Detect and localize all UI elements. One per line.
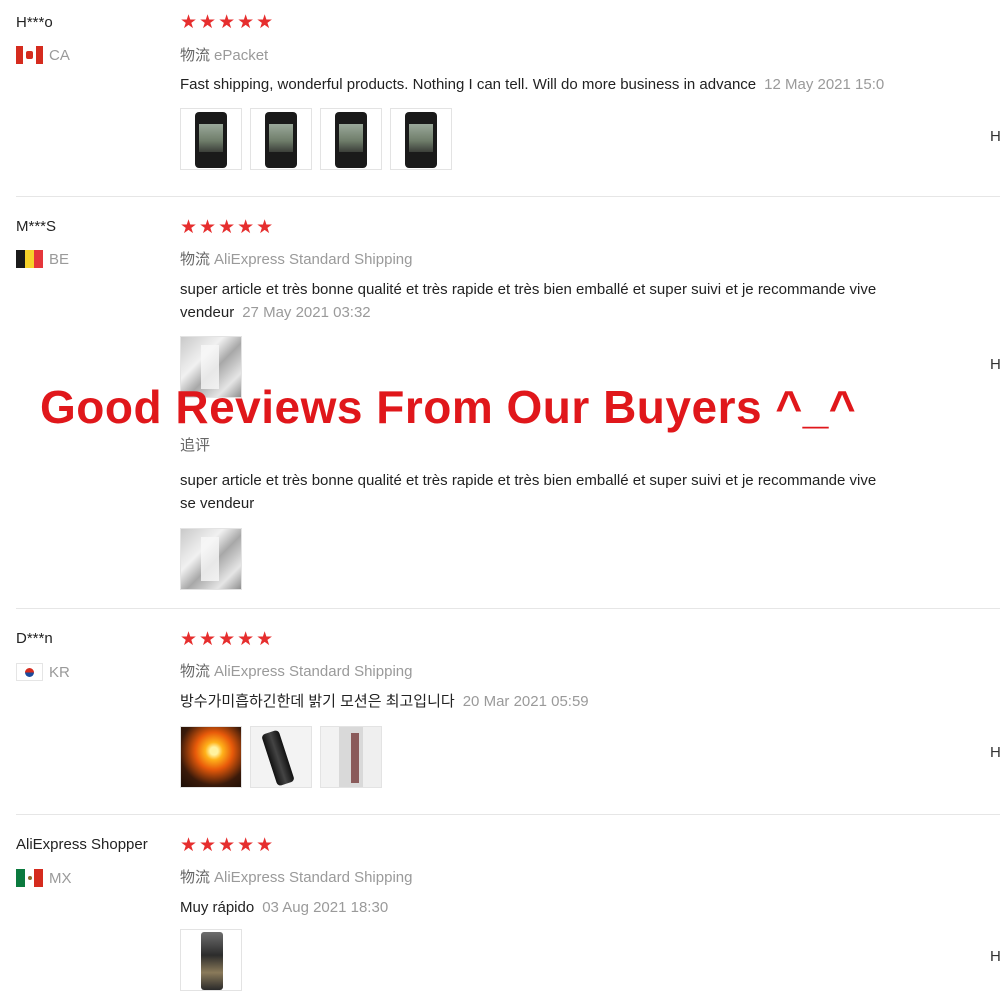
followup-body-line: se vendeur — [180, 495, 255, 512]
review-photo-thumbnail[interactable] — [180, 929, 242, 991]
reviewer-country: MX — [16, 869, 72, 887]
divider — [16, 814, 1000, 815]
reviewer-name: D***n — [16, 630, 53, 647]
review-photos — [180, 929, 242, 991]
reviewer-country: BE — [16, 250, 69, 268]
review-photos — [180, 726, 382, 788]
belgium-flag-icon — [16, 250, 43, 268]
helpful-button[interactable]: H — [990, 744, 1000, 761]
mexico-flag-icon — [16, 869, 43, 887]
review-body: Muy rápido — [180, 899, 255, 916]
logistics-label: 物流 — [180, 869, 211, 886]
korea-flag-icon — [16, 663, 43, 681]
review-body: 방수가미흡하긴한데 밝기 모션은 최고입니다 — [180, 693, 455, 710]
review-text: 방수가미흡하긴한데 밝기 모션은 최고입니다 20 Mar 2021 05:59 — [180, 690, 589, 713]
divider — [16, 196, 1000, 197]
review-photo-thumbnail[interactable] — [320, 726, 382, 788]
review-date: 12 May 2021 15:0 — [764, 76, 885, 93]
review-photo-thumbnail[interactable] — [180, 726, 242, 788]
review-body-line: vendeur — [180, 304, 235, 321]
followup-body-line: super article et très bonne qualité et t… — [180, 472, 877, 489]
review-date: 20 Mar 2021 05:59 — [462, 693, 589, 710]
reviewer-country: CA — [16, 46, 70, 64]
followup-label: 追评 — [180, 437, 211, 454]
followup-photos — [180, 528, 242, 590]
review-photo-thumbnail[interactable] — [250, 726, 312, 788]
logistics-method: AliExpress Standard Shipping — [214, 663, 413, 680]
review-item: H***o CA ★★★★★ 物流 ePacket Fast shipping, … — [0, 0, 1000, 198]
reviewer-name: H***o — [16, 14, 53, 31]
review-photo-thumbnail[interactable] — [390, 108, 452, 170]
country-code: BE — [49, 250, 70, 268]
promo-overlay-title: Good Reviews From Our Buyers ^_^ — [40, 381, 857, 433]
helpful-button[interactable]: H — [990, 128, 1000, 145]
logistics-info: 物流 AliExpress Standard Shipping — [180, 866, 412, 887]
reviewer-name: AliExpress Shopper — [16, 836, 148, 853]
review-date: 27 May 2021 03:32 — [242, 304, 371, 321]
logistics-label: 物流 — [180, 47, 211, 64]
canada-flag-icon — [16, 46, 43, 64]
followup-text: super article et très bonne qualité et t… — [180, 469, 876, 515]
logistics-method: ePacket — [214, 47, 269, 64]
helpful-button[interactable]: H — [990, 948, 1000, 965]
review-text: Muy rápido 03 Aug 2021 18:30 — [180, 896, 388, 919]
review-body: Fast shipping, wonderful products. Nothi… — [180, 76, 757, 93]
logistics-info: 物流 AliExpress Standard Shipping — [180, 248, 412, 269]
review-photos — [180, 108, 452, 170]
logistics-label: 物流 — [180, 251, 211, 268]
star-rating: ★★★★★ — [180, 835, 276, 856]
country-code: MX — [49, 869, 72, 887]
star-rating: ★★★★★ — [180, 629, 276, 650]
followup-photo-thumbnail[interactable] — [180, 528, 242, 590]
logistics-info: 物流 AliExpress Standard Shipping — [180, 660, 412, 681]
country-code: KR — [49, 663, 70, 681]
logistics-method: AliExpress Standard Shipping — [214, 869, 413, 886]
helpful-button[interactable]: H — [990, 356, 1000, 373]
review-photo-thumbnail[interactable] — [250, 108, 312, 170]
star-rating: ★★★★★ — [180, 12, 276, 33]
review-item: D***n KR ★★★★★ 物流 AliExpress Standard Shi… — [0, 610, 1000, 816]
review-photo-thumbnail[interactable] — [180, 108, 242, 170]
star-rating: ★★★★★ — [180, 217, 276, 238]
review-item: AliExpress Shopper MX ★★★★★ 物流 AliExpress… — [0, 816, 1000, 1000]
logistics-method: AliExpress Standard Shipping — [214, 251, 413, 268]
logistics-info: 物流 ePacket — [180, 44, 268, 65]
review-photo-thumbnail[interactable] — [320, 108, 382, 170]
reviewer-country: KR — [16, 663, 70, 681]
review-body-line: super article et très bonne qualité et t… — [180, 281, 877, 298]
country-code: CA — [49, 46, 70, 64]
review-text: super article et très bonne qualité et t… — [180, 278, 876, 324]
divider — [16, 608, 1000, 609]
reviewer-name: M***S — [16, 218, 57, 235]
review-date: 03 Aug 2021 18:30 — [262, 899, 389, 916]
review-text: Fast shipping, wonderful products. Nothi… — [180, 73, 884, 96]
logistics-label: 物流 — [180, 663, 211, 680]
